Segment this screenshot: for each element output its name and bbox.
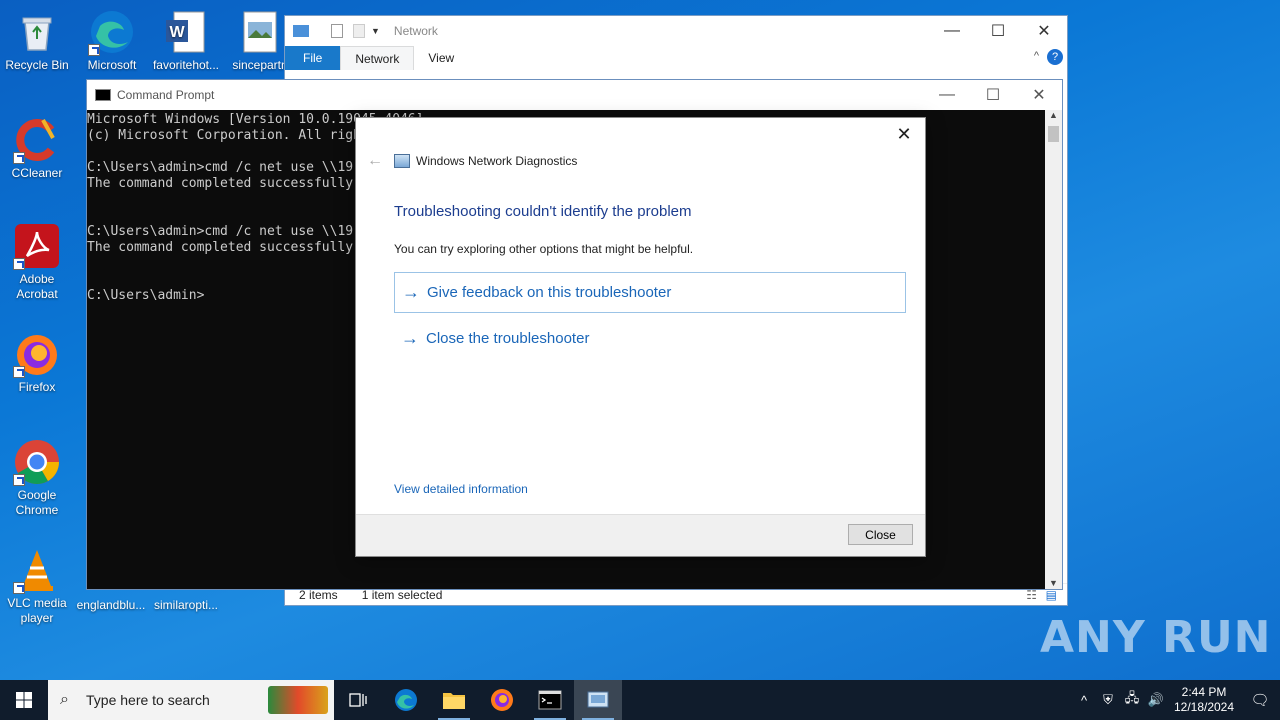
cmd-scrollbar[interactable]: ▲ ▼ <box>1045 110 1062 589</box>
explorer-titlebar[interactable]: ▼ Network — ☐ ✕ <box>285 16 1067 46</box>
system-tray: ^ ⛨ 🖧 🔊 2:44 PM 12/18/2024 🗨 <box>1072 680 1280 720</box>
start-button[interactable] <box>0 680 48 720</box>
cmd-scroll-thumb[interactable] <box>1048 126 1059 142</box>
desktop-icon-favoritehot[interactable]: W favoritehot... <box>150 8 222 73</box>
show-hidden-icons-chevron-icon[interactable]: ^ <box>1072 693 1096 708</box>
dialog-close-x-button[interactable]: ✕ <box>889 122 919 146</box>
give-feedback-label: Give feedback on this troubleshooter <box>427 284 672 301</box>
explorer-title: Network <box>393 24 438 38</box>
windows-logo-icon <box>16 692 32 708</box>
desktop-icon-vlc[interactable]: VLC media player <box>1 546 73 626</box>
explorer-minimize-button[interactable]: — <box>929 16 975 46</box>
desktop-icon-englandblu[interactable]: englandblu... <box>75 598 147 613</box>
dialog-footer: Close <box>356 514 925 556</box>
cmd-minimize-button[interactable]: — <box>924 80 970 110</box>
tab-network[interactable]: Network <box>340 46 415 70</box>
explorer-ribbon-tabs: File Network View ^ ? <box>285 46 1067 70</box>
svg-text:W: W <box>169 24 185 41</box>
desktop-icon-label: VLC media player <box>7 596 67 625</box>
tab-view[interactable]: View <box>414 46 468 70</box>
close-troubleshooter-label: Close the troubleshooter <box>426 330 590 347</box>
desktop-icon-recycle-bin[interactable]: Recycle Bin <box>1 8 73 73</box>
anyrun-watermark-logo: ANY RUN <box>1040 612 1272 663</box>
taskbar-explorer-button[interactable] <box>430 680 478 720</box>
back-arrow-icon[interactable]: ← <box>364 152 386 170</box>
view-detailed-info-link[interactable]: View detailed information <box>394 482 528 496</box>
ccleaner-icon <box>13 116 61 164</box>
desktop-icon-label: Adobe Acrobat <box>16 272 58 301</box>
close-troubleshooter-option[interactable]: → Close the troubleshooter <box>394 318 906 359</box>
chrome-icon <box>13 438 61 486</box>
desktop-icon-label: Google Chrome <box>15 488 59 517</box>
network-diagnostics-dialog[interactable]: ✕ ← Windows Network Diagnostics Troubles… <box>355 117 926 557</box>
taskbar-clock[interactable]: 2:44 PM 12/18/2024 <box>1168 685 1240 715</box>
cmd-app-icon <box>95 89 111 101</box>
desktop-icon-ccleaner[interactable]: CCleaner <box>1 116 73 181</box>
network-diagnostics-icon <box>394 154 410 168</box>
arrow-right-icon: → <box>402 282 420 302</box>
task-view-button[interactable] <box>334 680 382 720</box>
ribbon-collapse-icon[interactable]: ^ <box>1034 50 1039 62</box>
search-placeholder: Type here to search <box>86 692 210 708</box>
desktop-icon-acrobat[interactable]: Adobe Acrobat <box>1 222 73 302</box>
arrow-right-icon: → <box>401 328 419 348</box>
taskbar-search-box[interactable]: ⌕ Type here to search <box>48 680 334 720</box>
explorer-close-button[interactable]: ✕ <box>1021 16 1067 46</box>
desktop-icon-label: favoritehot... <box>152 58 220 72</box>
dialog-subtitle: You can try exploring other options that… <box>394 242 694 256</box>
desktop-icon-label: similaropti... <box>153 598 218 612</box>
acrobat-icon <box>13 222 61 270</box>
dialog-header: ← Windows Network Diagnostics <box>364 152 577 170</box>
image-file-icon <box>236 8 284 56</box>
tab-file[interactable]: File <box>285 46 341 70</box>
notifications-icon[interactable]: 🗨 <box>1240 691 1280 709</box>
properties-icon[interactable] <box>331 24 343 38</box>
desktop-icon-label: Recycle Bin <box>5 58 69 72</box>
scroll-up-arrow-icon[interactable]: ▲ <box>1049 110 1058 120</box>
clock-date: 12/18/2024 <box>1173 700 1235 714</box>
help-icon[interactable]: ? <box>1047 49 1063 65</box>
cmd-titlebar[interactable]: Command Prompt — ☐ ✕ <box>87 80 1062 110</box>
taskbar-network-diagnostics-button[interactable] <box>574 680 622 720</box>
desktop-icon-label: englandblu... <box>76 598 146 612</box>
cmd-close-button[interactable]: ✕ <box>1016 80 1062 110</box>
dialog-app-title: Windows Network Diagnostics <box>416 154 578 168</box>
desktop-icon-firefox[interactable]: Firefox <box>1 330 73 395</box>
search-icon: ⌕ <box>60 691 69 708</box>
clock-time: 2:44 PM <box>1181 685 1227 699</box>
dialog-heading: Troubleshooting couldn't identify the pr… <box>394 203 692 220</box>
desktop-icon-label: CCleaner <box>11 166 63 180</box>
cmd-maximize-button[interactable]: ☐ <box>970 80 1016 110</box>
firefox-icon <box>13 330 61 378</box>
quick-access-dropdown-icon[interactable]: ▼ <box>371 26 380 36</box>
word-doc-icon: W <box>162 8 210 56</box>
taskbar: ⌕ Type here to search ^ ⛨ 🖧 🔊 2:44 PM 12… <box>0 680 1280 720</box>
desktop-icon-edge[interactable]: Microsoft <box>76 8 148 73</box>
taskbar-edge-button[interactable] <box>382 680 430 720</box>
explorer-folder-icon <box>293 25 309 37</box>
cmd-title: Command Prompt <box>117 88 215 102</box>
network-icon[interactable]: 🖧 <box>1120 689 1144 711</box>
desktop-icon-similaropti[interactable]: similaropti... <box>150 598 222 613</box>
security-icon[interactable]: ⛨ <box>1096 692 1120 708</box>
vlc-icon <box>13 546 61 594</box>
desktop-icon-label: Microsoft <box>87 58 137 72</box>
search-highlights-icon <box>268 686 328 714</box>
scroll-down-arrow-icon[interactable]: ▼ <box>1049 578 1058 588</box>
give-feedback-option[interactable]: → Give feedback on this troubleshooter <box>394 272 906 313</box>
edge-icon <box>88 8 136 56</box>
close-button[interactable]: Close <box>848 524 913 545</box>
desktop-icon-chrome[interactable]: Google Chrome <box>1 438 73 518</box>
recycle-bin-icon <box>13 8 61 56</box>
new-folder-icon[interactable] <box>353 24 365 38</box>
desktop-icon-label: Firefox <box>18 380 56 394</box>
volume-icon[interactable]: 🔊 <box>1144 692 1168 708</box>
taskbar-firefox-button[interactable] <box>478 680 526 720</box>
explorer-maximize-button[interactable]: ☐ <box>975 16 1021 46</box>
taskbar-cmd-button[interactable] <box>526 680 574 720</box>
